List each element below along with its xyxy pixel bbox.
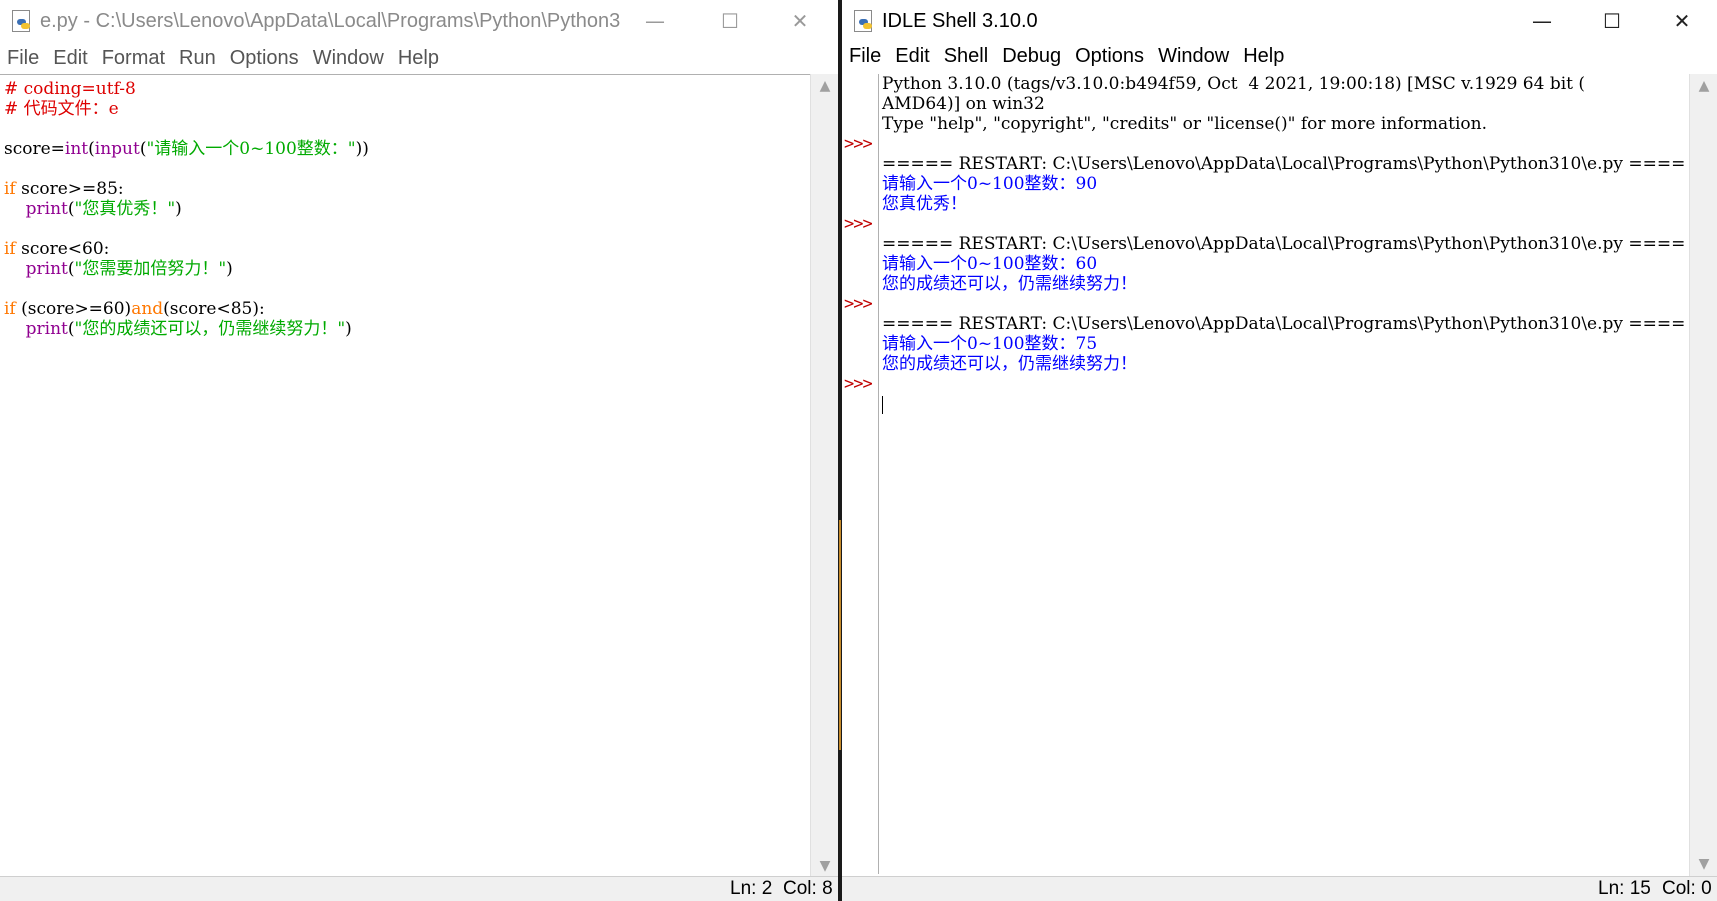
python-file-icon <box>10 10 32 32</box>
editor-scrollbar[interactable]: ▲ ▼ <box>810 74 838 878</box>
builtin-token: print <box>25 259 68 279</box>
keyword-token: if <box>4 299 16 319</box>
line-number: Ln: 2 <box>730 878 773 899</box>
restart-line: ===== RESTART: C:\Users\Lenovo\AppData\L… <box>882 154 1686 174</box>
code-token: (score>=60) <box>15 299 132 319</box>
keyword-token: and <box>131 299 164 319</box>
menu-options[interactable]: Options <box>1068 45 1151 68</box>
maximize-button[interactable]: ☐ <box>1577 0 1647 42</box>
code-token: ) <box>226 259 233 279</box>
keyword-token: if <box>4 239 16 259</box>
program-output: 您的成绩还可以，仍需继续努力！ <box>882 354 1137 374</box>
program-output: 您真优秀！ <box>882 194 967 214</box>
shell-statusbar: Ln: 15 Col: 0 <box>842 876 1717 901</box>
minimize-button[interactable]: — <box>1507 0 1577 42</box>
close-button[interactable]: ✕ <box>1647 0 1717 42</box>
comment-line: # coding=utf-8 <box>4 79 136 99</box>
menu-help[interactable]: Help <box>1236 45 1291 68</box>
banner-line: Type "help", "copyright", "credits" or "… <box>882 114 1488 134</box>
code-token: ( <box>67 319 75 339</box>
builtin-token: input <box>94 139 140 159</box>
code-editor[interactable]: # coding=utf-8 # 代码文件：e score=int(input(… <box>0 74 810 879</box>
menu-window[interactable]: Window <box>1151 45 1236 68</box>
code-token: )) <box>355 139 369 159</box>
code-token: ) <box>345 319 352 339</box>
editor-window: e.py - C:\Users\Lenovo\AppData\Local\Pro… <box>0 0 838 901</box>
code-token: ( <box>67 199 75 219</box>
text-cursor <box>882 395 883 414</box>
menu-options[interactable]: Options <box>223 47 306 70</box>
menu-edit[interactable]: Edit <box>888 45 936 68</box>
scroll-up-icon[interactable]: ▲ <box>811 78 838 94</box>
shell-menubar: File Edit Shell Debug Options Window Hel… <box>842 40 1717 72</box>
menu-file[interactable]: File <box>842 45 888 68</box>
editor-menubar: File Edit Format Run Options Window Help <box>0 42 838 74</box>
editor-title: e.py - C:\Users\Lenovo\AppData\Local\Pro… <box>40 9 620 32</box>
shell-prompt: >>> <box>844 374 873 394</box>
column-number: Col: 8 <box>783 878 833 899</box>
code-token: score<60: <box>15 239 110 259</box>
keyword-token: if <box>4 179 16 199</box>
menu-shell[interactable]: Shell <box>937 45 995 68</box>
shell-scrollbar[interactable]: ▲ ▼ <box>1689 74 1717 876</box>
code-token: ( <box>88 139 95 159</box>
input-echo: 请输入一个0~100整数：60 <box>882 254 1098 274</box>
program-output: 您的成绩还可以，仍需继续努力！ <box>882 274 1137 294</box>
builtin-token: print <box>25 199 68 219</box>
shell-title: IDLE Shell 3.10.0 <box>882 9 1038 32</box>
line-number: Ln: 15 <box>1598 878 1651 899</box>
code-token: ( <box>67 259 75 279</box>
python-file-icon <box>852 10 874 32</box>
shell-titlebar[interactable]: IDLE Shell 3.10.0 — ☐ ✕ <box>842 0 1717 42</box>
close-button[interactable]: ✕ <box>765 0 835 42</box>
code-text[interactable]: # coding=utf-8 # 代码文件：e score=int(input(… <box>0 75 810 339</box>
shell-window: IDLE Shell 3.10.0 — ☐ ✕ File Edit Shell … <box>842 0 1717 901</box>
code-token: ) <box>175 199 182 219</box>
shell-output[interactable]: Python 3.10.0 (tags/v3.10.0:b494f59, Oct… <box>882 74 1686 874</box>
scroll-up-icon[interactable]: ▲ <box>1690 78 1717 94</box>
restart-line: ===== RESTART: C:\Users\Lenovo\AppData\L… <box>882 234 1686 254</box>
editor-statusbar: Ln: 2 Col: 8 <box>0 876 838 901</box>
comment-line: # 代码文件：e <box>4 99 119 119</box>
builtin-token: int <box>64 139 89 159</box>
string-token: "您真优秀！" <box>74 199 176 219</box>
minimize-button[interactable]: — <box>620 0 690 42</box>
scroll-down-icon[interactable]: ▼ <box>1690 856 1717 872</box>
restart-line: ===== RESTART: C:\Users\Lenovo\AppData\L… <box>882 314 1686 334</box>
menu-file[interactable]: File <box>0 47 46 70</box>
scroll-down-icon[interactable]: ▼ <box>811 858 838 874</box>
code-token: score= <box>4 139 65 159</box>
string-token: "您的成绩还可以，仍需继续努力！" <box>74 319 346 339</box>
banner-line: Python 3.10.0 (tags/v3.10.0:b494f59, Oct… <box>882 74 1586 94</box>
menu-window[interactable]: Window <box>306 47 391 70</box>
string-token: "您需要加倍努力！" <box>74 259 227 279</box>
menu-debug[interactable]: Debug <box>995 45 1068 68</box>
column-number: Col: 0 <box>1662 878 1712 899</box>
shell-prompt: >>> <box>844 294 873 314</box>
maximize-button[interactable]: ☐ <box>695 0 765 42</box>
shell-prompt: >>> <box>844 134 873 154</box>
prompt-gutter: >>> >>> >>> >>> <box>842 74 879 874</box>
editor-titlebar[interactable]: e.py - C:\Users\Lenovo\AppData\Local\Pro… <box>0 0 838 42</box>
code-token: (score<85): <box>163 299 265 319</box>
banner-line: AMD64)] on win32 <box>882 94 1045 114</box>
menu-run[interactable]: Run <box>172 47 223 70</box>
menu-format[interactable]: Format <box>95 47 172 70</box>
input-echo: 请输入一个0~100整数：75 <box>882 334 1098 354</box>
code-token: score>=85: <box>15 179 124 199</box>
string-token: "请输入一个0~100整数：" <box>146 139 356 159</box>
menu-help[interactable]: Help <box>391 47 446 70</box>
input-echo: 请输入一个0~100整数：90 <box>882 174 1098 194</box>
builtin-token: print <box>25 319 68 339</box>
shell-prompt: >>> <box>844 214 873 234</box>
menu-edit[interactable]: Edit <box>46 47 94 70</box>
